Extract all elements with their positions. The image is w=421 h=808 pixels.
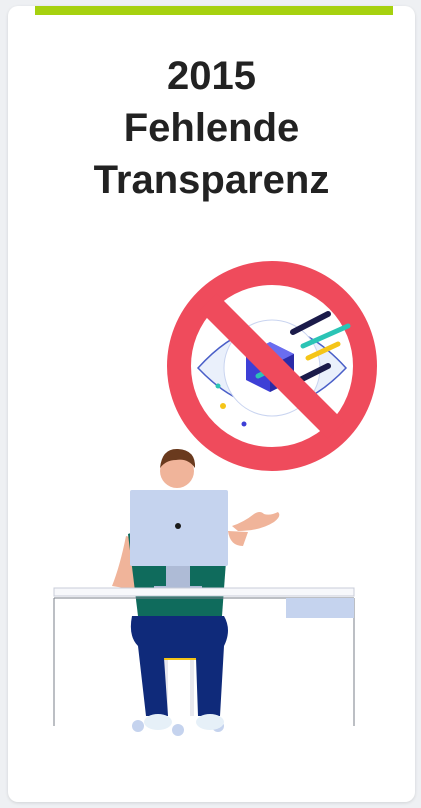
illustration: [53, 261, 377, 736]
transparency-card: 2015 Fehlende Transparenz: [8, 6, 415, 802]
title-year: 2015: [167, 54, 256, 98]
title-line-2: Fehlende: [123, 106, 300, 150]
title-line-3: Transparenz: [93, 158, 330, 202]
prohibition-sign-icon: [167, 261, 377, 471]
accent-bar: [35, 6, 393, 15]
person-at-desk-illustration: [53, 448, 355, 736]
card-title: 2015 Fehlende Transparenz: [8, 50, 415, 206]
